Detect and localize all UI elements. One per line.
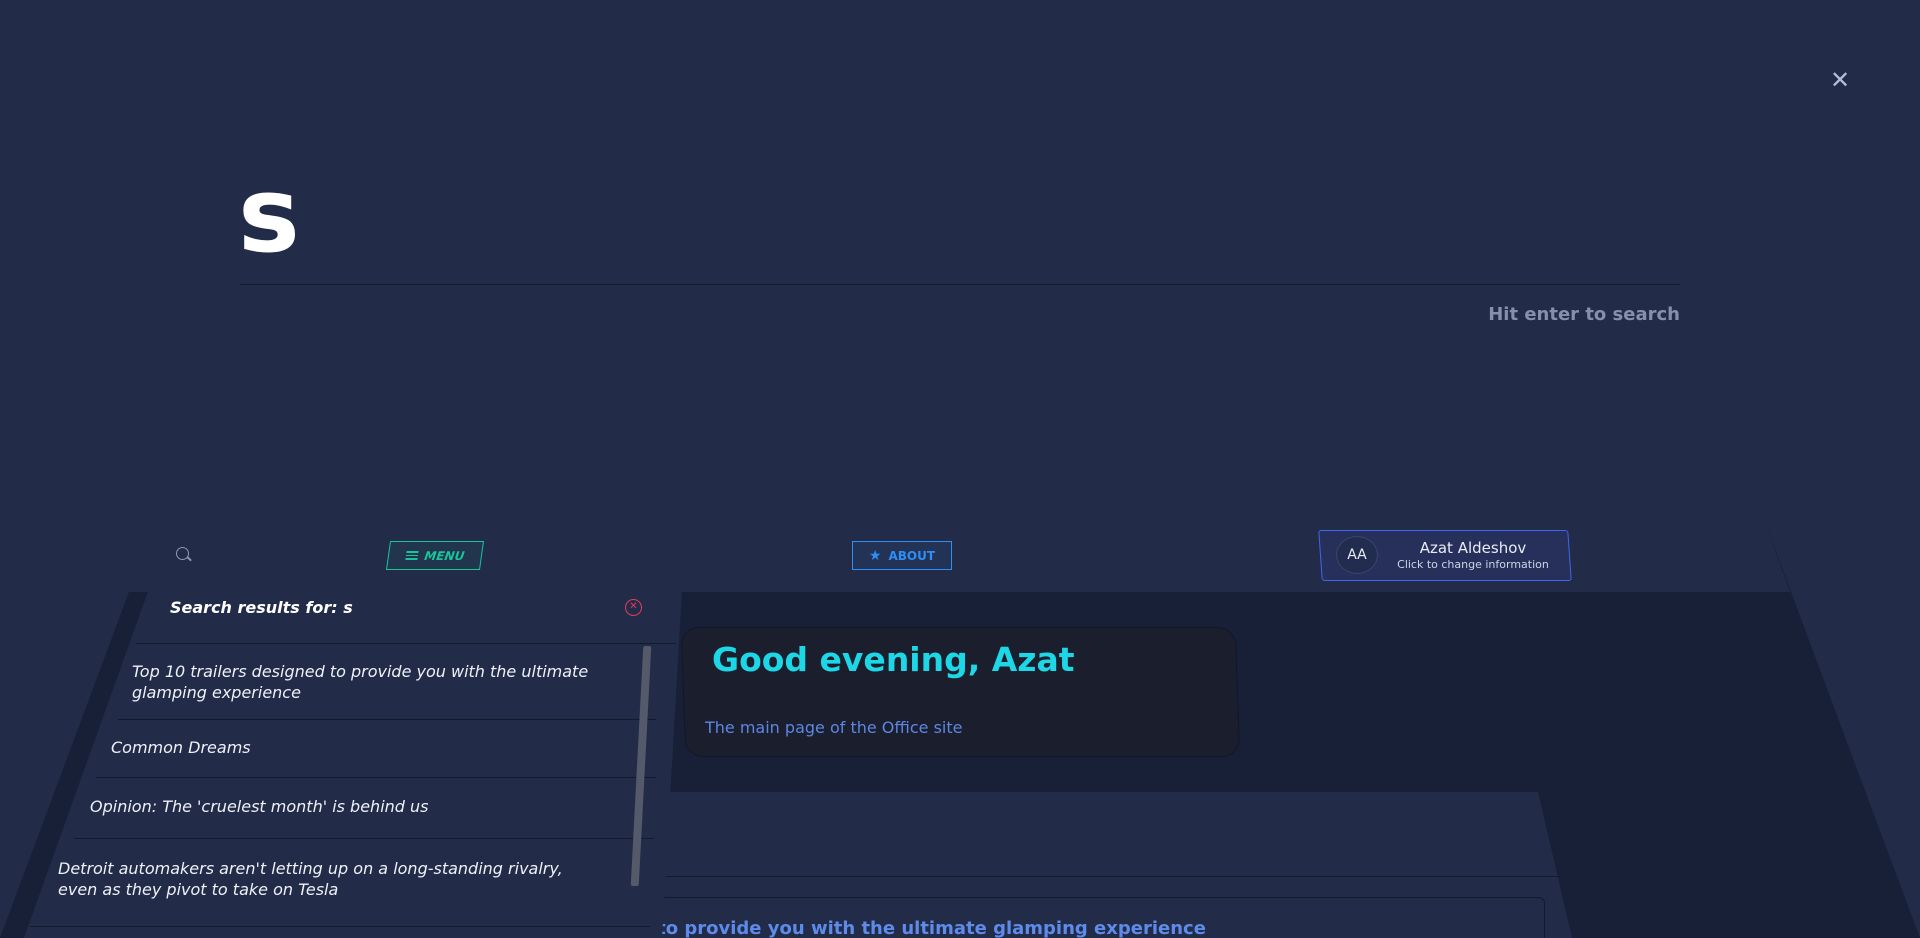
- result-title: Top 10 trailers designed to provide you …: [132, 662, 589, 702]
- result-title: Common Dreams: [111, 738, 251, 757]
- greeting-subtitle: The main page of the Office site: [705, 718, 963, 737]
- band-divider: [645, 876, 1560, 877]
- result-item[interactable]: Detroit automakers aren't letting up on …: [58, 858, 588, 900]
- search-icon[interactable]: [175, 546, 193, 564]
- search-results-heading: Search results for: s: [170, 598, 353, 617]
- result-divider: [30, 926, 650, 927]
- menu-icon: [404, 551, 419, 560]
- results-close-icon[interactable]: ✕: [625, 599, 642, 616]
- greeting-title: Good evening, Azat: [712, 640, 1075, 679]
- user-subtitle[interactable]: Click to change information: [1388, 558, 1558, 571]
- about-button[interactable]: ★ ABOUT: [852, 541, 952, 570]
- result-title: Opinion: The 'cruelest month' is behind …: [90, 797, 429, 816]
- search-hint: Hit enter to search: [1488, 304, 1680, 325]
- result-title: Detroit automakers aren't letting up on …: [58, 859, 563, 899]
- result-divider: [118, 719, 656, 720]
- star-icon: ★: [868, 547, 882, 564]
- article-card-title[interactable]: d to provide you with the ultimate glamp…: [638, 918, 1206, 938]
- result-item[interactable]: Common Dreams: [111, 737, 611, 758]
- app-stage: ✕ s Hit enter to search MENU ★ ABOUT AA …: [0, 0, 1920, 938]
- user-name[interactable]: Azat Aldeshov: [1388, 539, 1558, 557]
- result-item[interactable]: Opinion: The 'cruelest month' is behind …: [90, 796, 610, 817]
- result-divider: [96, 777, 656, 778]
- result-item[interactable]: Top 10 trailers designed to provide you …: [132, 661, 632, 703]
- search-query-input[interactable]: s: [238, 155, 300, 275]
- close-icon[interactable]: ✕: [1826, 66, 1854, 94]
- about-label: ABOUT: [888, 548, 936, 563]
- menu-button[interactable]: MENU: [385, 541, 485, 570]
- search-underline: [240, 284, 1680, 285]
- avatar[interactable]: AA: [1336, 536, 1378, 574]
- results-divider: [136, 643, 676, 644]
- menu-label: MENU: [423, 548, 466, 563]
- result-divider: [74, 838, 654, 839]
